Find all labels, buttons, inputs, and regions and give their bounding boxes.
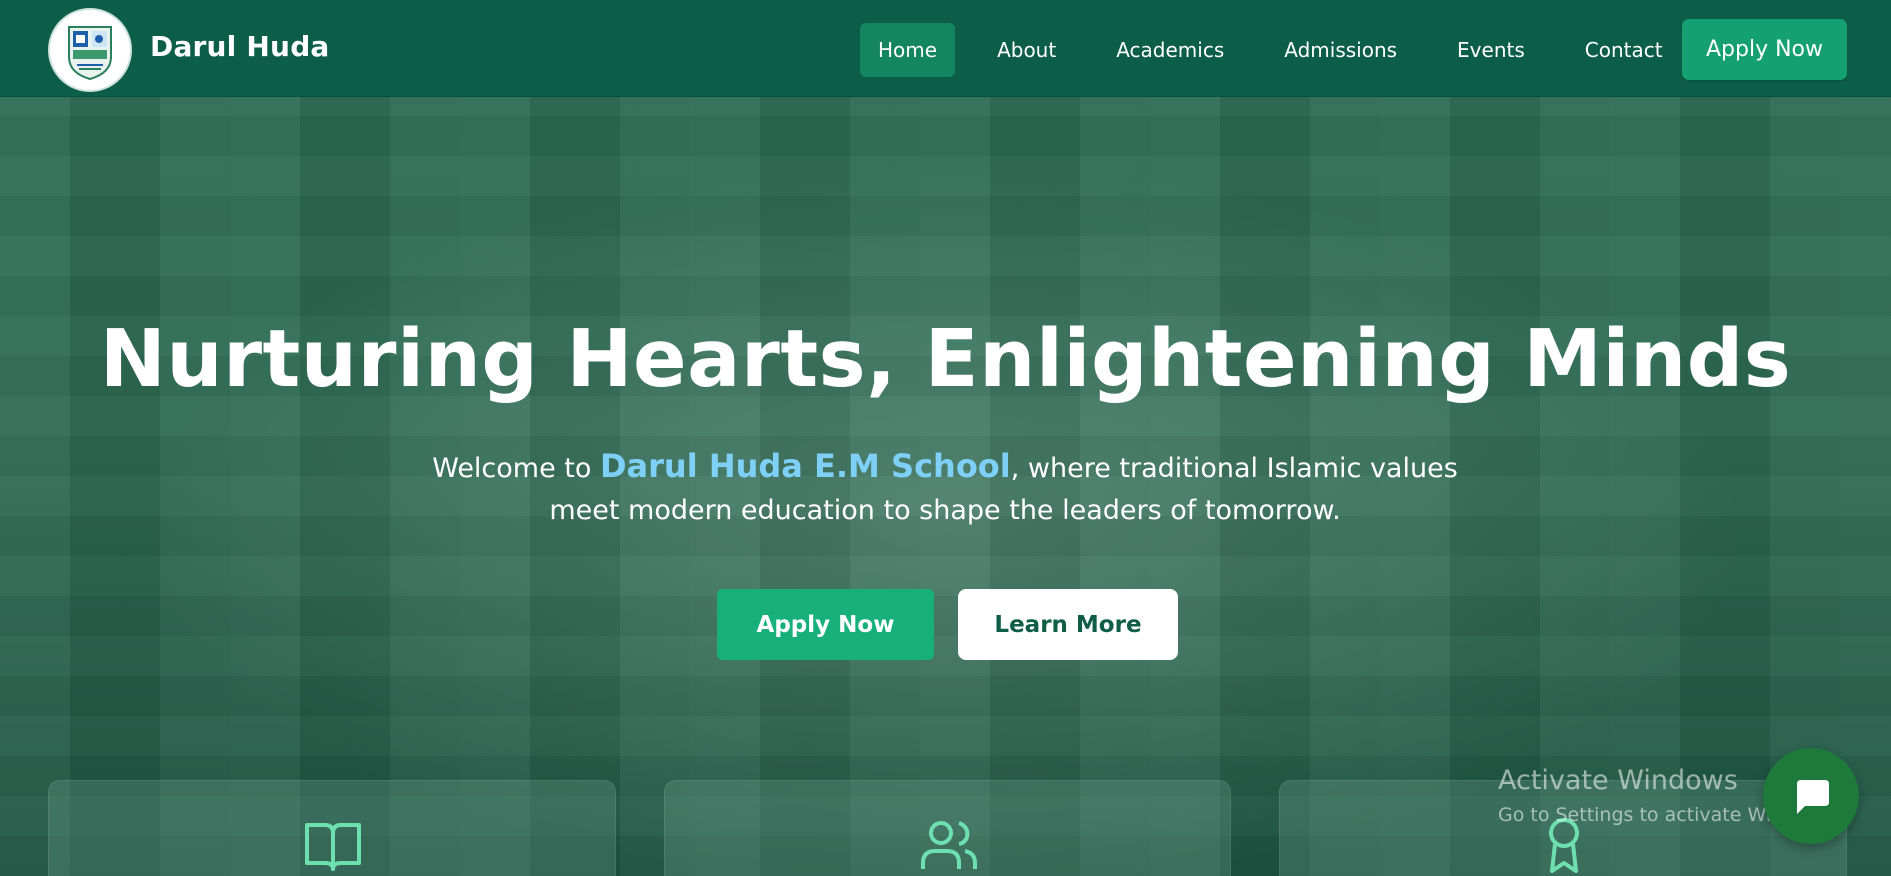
- book-open-icon: [305, 823, 361, 871]
- chat-bubble-icon: [1797, 780, 1829, 814]
- hero-apply-now-button[interactable]: Apply Now: [717, 589, 934, 660]
- users-icon: [921, 821, 977, 869]
- chat-button[interactable]: [1763, 748, 1859, 844]
- hero-section: Nurturing Hearts, Enlightening Minds Wel…: [0, 97, 1891, 876]
- hero-subtitle: Welcome to Darul Huda E.M School, where …: [395, 445, 1495, 532]
- header-apply-now-button[interactable]: Apply Now: [1682, 19, 1847, 80]
- nav-about[interactable]: About: [979, 23, 1074, 77]
- brand-name[interactable]: Darul Huda: [150, 30, 330, 63]
- hero-subtitle-prefix: Welcome to: [432, 453, 600, 484]
- navbar: Darul Huda Home About Academics Admissio…: [0, 0, 1891, 97]
- hero-title: Nurturing Hearts, Enlightening Minds: [99, 313, 1792, 405]
- hero-learn-more-button[interactable]: Learn More: [958, 589, 1178, 660]
- school-name-highlight: Darul Huda E.M School: [599, 447, 1011, 485]
- nav-events[interactable]: Events: [1439, 23, 1543, 77]
- main-nav: Home About Academics Admissions Events C…: [860, 22, 1705, 78]
- school-crest-icon: [68, 26, 112, 81]
- nav-home[interactable]: Home: [860, 23, 956, 77]
- feature-card-2: [664, 780, 1231, 876]
- school-logo[interactable]: [48, 8, 132, 92]
- feature-card-1: [48, 780, 616, 876]
- nav-admissions[interactable]: Admissions: [1266, 23, 1415, 77]
- nav-contact[interactable]: Contact: [1567, 23, 1681, 77]
- nav-academics[interactable]: Academics: [1098, 23, 1242, 77]
